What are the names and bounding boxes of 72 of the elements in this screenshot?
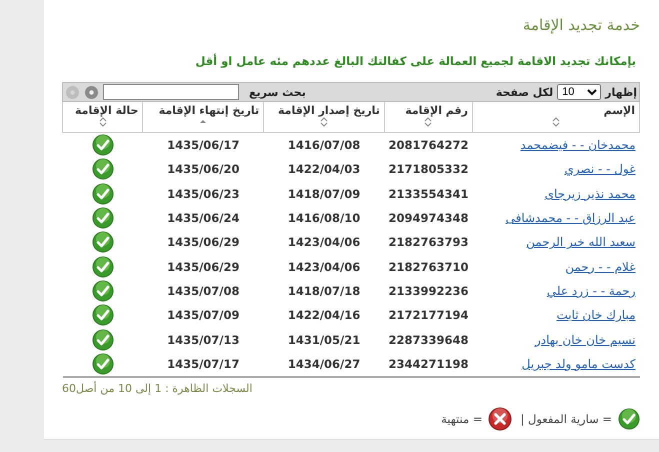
employee-name-link[interactable]: غلام - - رحمن [565, 260, 636, 274]
column-header[interactable]: حالة الإقامة [62, 102, 143, 132]
check-icon [618, 408, 640, 430]
check-icon [92, 231, 114, 254]
table-cell-text: 1435/06/29 [166, 258, 241, 276]
notice-text: بإمكانك تجديد الاقامة لجميع العمالة على كفالتك البالغ عددهم مئه عامل او أقل [194, 54, 636, 68]
table-cell-text: 1418/07/18 [286, 282, 362, 300]
check-icon [92, 352, 114, 375]
check-icon [92, 207, 114, 230]
table-cell: 2081764272 [384, 132, 472, 158]
sort-icon[interactable] [320, 117, 328, 127]
employee-name-link[interactable]: نسيم خان خان بهادر [534, 332, 636, 347]
records-info: السجلات الظاهرة : 1 إلى 10 من أصل60 [62, 382, 252, 395]
check-icon [92, 280, 114, 302]
check-icon [92, 328, 114, 351]
table-cell-text: 1422/04/16 [286, 307, 362, 324]
search-label: بحث سريع [249, 86, 306, 98]
sort-icon[interactable] [424, 117, 432, 127]
employee-name-link[interactable]: محمد نذير زيرجاى [544, 186, 636, 201]
table-cell-text: 2182763710 [387, 258, 470, 276]
employee-name-link[interactable]: محمدخان - - فيضمحمد [520, 138, 636, 152]
column-header[interactable]: تاريخ إنتهاء الإقامة [142, 102, 264, 132]
table-cell-text: 1418/07/09 [286, 186, 362, 203]
sort-icon[interactable] [98, 117, 107, 127]
page-title: خدمة تجديد الإقامة [522, 15, 640, 34]
table-cell-text: 2287339648 [387, 332, 470, 349]
table-cell-text: 2171805332 [387, 161, 470, 178]
employee-name-link[interactable]: عبد الرزاق - - محمدشافى [506, 211, 636, 226]
table-cell-text: 1431/05/21 [286, 332, 362, 349]
employee-name-link[interactable]: رحمة - - زرد علي [546, 284, 636, 298]
table-cell-text: 1422/04/03 [286, 161, 362, 178]
check-icon [92, 256, 114, 278]
table-cell-text: 1423/04/06 [286, 258, 362, 276]
table-cell-text: 1435/06/29 [166, 234, 241, 252]
table-cell-text: 2133992236 [387, 282, 470, 300]
table-cell: 1435/06/17 [142, 132, 264, 158]
column-header[interactable]: تاريخ إصدار الإقامة [264, 102, 384, 132]
employee-name-link[interactable]: كدست مامو ولد جبريل [522, 356, 636, 371]
table-cell: 1434/06/27 [264, 352, 384, 377]
legend-label: = سارية المفعول | [520, 412, 612, 426]
employee-name-link[interactable]: مبارك خان ثابت [556, 308, 636, 322]
table-cell: 2344271198 [384, 352, 472, 377]
table-cell-text: 1435/07/13 [166, 332, 241, 349]
search-field[interactable] [103, 84, 239, 100]
employee-name-link[interactable]: غول - - نصري [564, 162, 636, 176]
table-cell-text: 2133554341 [387, 186, 470, 203]
table-cell-text: 2182763793 [387, 234, 470, 252]
table-cell-text: 1423/04/06 [286, 234, 362, 252]
employee-name-link[interactable]: سعيد الله خير الرحمن [526, 235, 636, 250]
table-cell-text: 1435/06/20 [166, 161, 241, 178]
check-icon [92, 134, 114, 156]
table-cell-text: 2172177194 [387, 307, 470, 324]
per-page-label: لكل صفحة [496, 86, 554, 98]
column-header[interactable]: رقم الإقامة [384, 102, 472, 132]
table-cell-text: 1435/06/24 [166, 210, 241, 228]
legend-label: = منتهية [441, 412, 482, 426]
table-cell: 1416/07/08 [264, 132, 384, 158]
check-icon [92, 158, 114, 180]
cross-icon [488, 406, 512, 431]
show-label: إظهار [605, 86, 637, 98]
table-cell-text: 2094974348 [387, 210, 470, 228]
table-cell-text: 1435/06/23 [166, 186, 241, 203]
table-cell-text: 1435/07/09 [166, 307, 241, 324]
table-cell-text: 1435/07/08 [166, 282, 241, 300]
column-header[interactable]: الإسم [472, 102, 640, 132]
table-cell: 1435/07/17 [142, 352, 264, 377]
page-size-select[interactable]: 10 [557, 84, 602, 100]
table-cell-text: 1416/08/10 [286, 210, 362, 228]
sort-icon[interactable] [552, 117, 560, 127]
check-icon [92, 304, 114, 326]
check-icon [92, 182, 114, 205]
next-page-icon[interactable] [84, 84, 99, 100]
